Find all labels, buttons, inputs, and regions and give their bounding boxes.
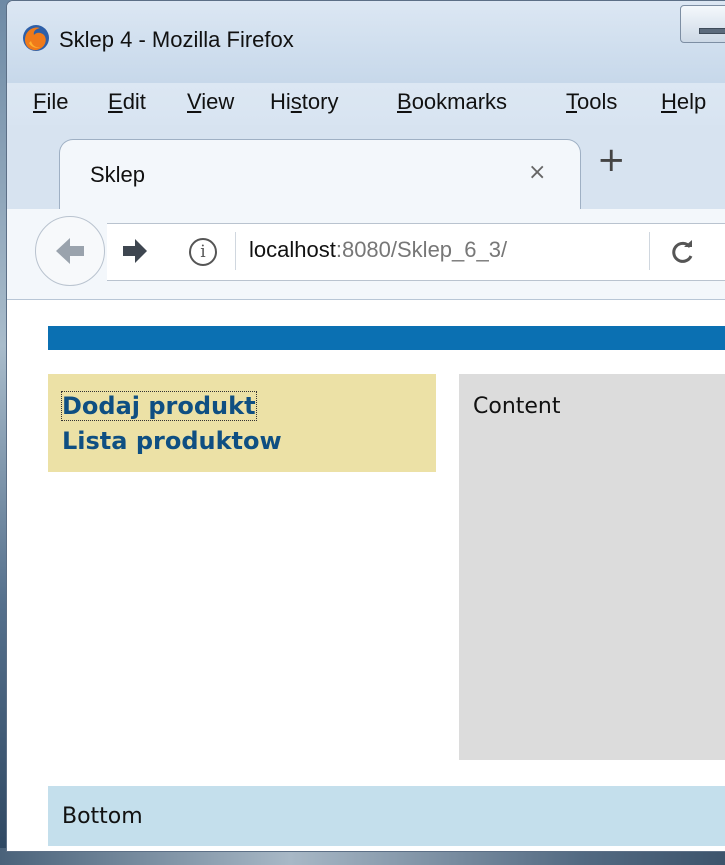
url-text[interactable]: localhost:8080/Sklep_6_3/ bbox=[249, 237, 507, 263]
menu-tools-accel: T bbox=[566, 89, 577, 114]
back-arrow-icon bbox=[56, 238, 84, 264]
tab-label: Sklep bbox=[90, 162, 146, 187]
minimize-button[interactable] bbox=[680, 5, 725, 43]
info-icon[interactable]: i bbox=[189, 238, 217, 266]
menu-history[interactable]: History bbox=[270, 89, 338, 115]
new-tab-button[interactable]: + bbox=[597, 143, 626, 177]
forward-arrow-icon bbox=[123, 239, 147, 263]
menu-file-accel: F bbox=[33, 89, 47, 114]
forward-button[interactable] bbox=[117, 233, 153, 269]
link-lista-produktow[interactable]: Lista produktow bbox=[62, 427, 282, 455]
menu-view[interactable]: View bbox=[187, 89, 234, 115]
footer-panel: Bottom bbox=[48, 786, 725, 846]
navigation-toolbar: i localhost:8080/Sklep_6_3/ bbox=[7, 209, 725, 300]
side-menu: Dodaj produkt Lista produktow bbox=[48, 374, 436, 472]
browser-window: Sklep 4 - Mozilla Firefox File Edit View… bbox=[6, 0, 725, 852]
url-divider-right bbox=[649, 232, 650, 270]
title-bar: Sklep 4 - Mozilla Firefox bbox=[7, 1, 725, 83]
window-title: Sklep 4 - Mozilla Firefox bbox=[59, 27, 294, 52]
reload-icon[interactable] bbox=[669, 238, 697, 266]
content-text: Content bbox=[473, 394, 561, 419]
footer-text: Bottom bbox=[62, 804, 143, 829]
tab-strip: Sklep × + bbox=[7, 125, 725, 210]
firefox-logo-icon bbox=[23, 25, 49, 51]
menu-tools[interactable]: Tools bbox=[566, 89, 617, 115]
menu-bar: File Edit View History Bookmarks Tools H… bbox=[7, 83, 725, 125]
url-bar[interactable]: i localhost:8080/Sklep_6_3/ bbox=[107, 223, 725, 281]
menu-help[interactable]: Help bbox=[661, 89, 706, 115]
menu-bookmarks-label: ookmarks bbox=[411, 89, 508, 114]
menu-bookmarks-accel: B bbox=[397, 89, 412, 114]
page-header-bar bbox=[48, 326, 725, 350]
tab-sklep[interactable]: Sklep × bbox=[59, 139, 581, 210]
url-divider bbox=[235, 232, 236, 270]
url-host: localhost bbox=[249, 237, 336, 262]
menu-help-accel: H bbox=[661, 89, 677, 114]
menu-tools-label: ools bbox=[577, 89, 618, 114]
menu-history-pre: Hi bbox=[270, 89, 291, 114]
menu-file-label: ile bbox=[46, 89, 69, 114]
menu-view-accel: V bbox=[187, 89, 202, 114]
menu-bookmarks[interactable]: Bookmarks bbox=[397, 89, 507, 115]
menu-file[interactable]: File bbox=[33, 89, 68, 115]
link-dodaj-produkt[interactable]: Dodaj produkt bbox=[61, 391, 257, 421]
minimize-icon bbox=[699, 28, 725, 34]
page-viewport: Dodaj produkt Lista produktow Content Bo… bbox=[7, 300, 725, 851]
url-path: :8080/Sklep_6_3/ bbox=[335, 237, 508, 262]
menu-edit-label: dit bbox=[122, 89, 146, 114]
content-panel: Content bbox=[459, 374, 725, 760]
back-button[interactable] bbox=[35, 216, 105, 286]
menu-help-label: elp bbox=[676, 89, 707, 114]
menu-history-label: tory bbox=[301, 89, 339, 114]
menu-edit-accel: E bbox=[108, 89, 123, 114]
menu-history-accel: s bbox=[290, 89, 302, 114]
close-icon[interactable]: × bbox=[528, 160, 546, 185]
menu-view-label: iew bbox=[201, 89, 235, 114]
menu-edit[interactable]: Edit bbox=[108, 89, 146, 115]
